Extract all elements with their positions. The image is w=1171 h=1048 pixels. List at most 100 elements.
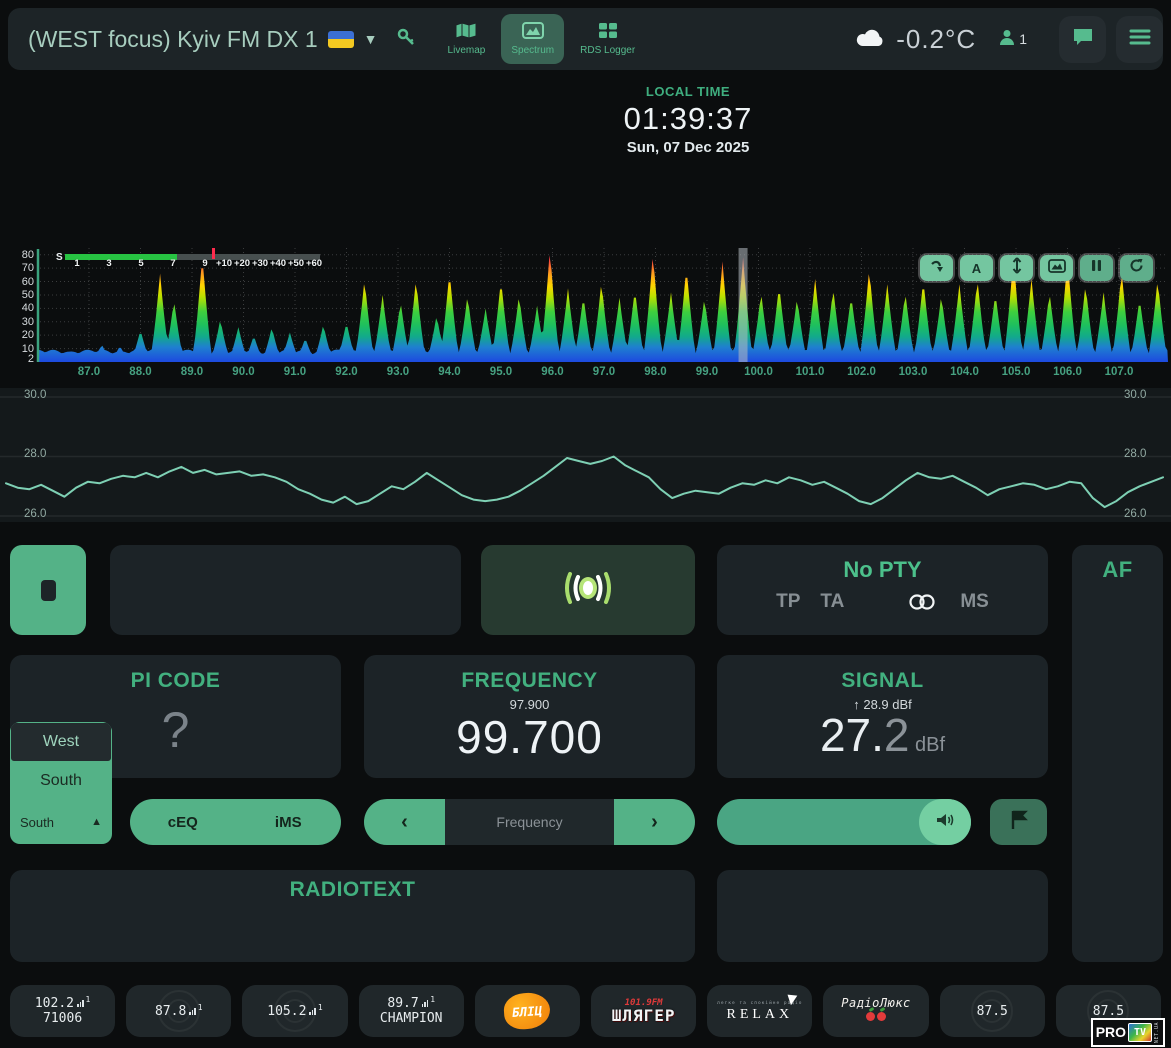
db-tick-label: 60 xyxy=(10,276,34,288)
frequency-tick-label: 100.0 xyxy=(742,366,776,378)
s-meter-tick-label: +60 xyxy=(306,258,322,269)
pty-value: No PTY xyxy=(717,557,1048,583)
key-icon[interactable] xyxy=(396,27,416,52)
nav-rds-logger[interactable]: RDS Logger xyxy=(570,14,645,64)
station-info-card xyxy=(717,870,1048,962)
db-tick-label: 50 xyxy=(10,289,34,301)
refresh-button[interactable] xyxy=(1120,255,1153,281)
preset-button-9[interactable]: 87.5 xyxy=(940,985,1045,1037)
radio-lux-logo: РадіоЛюкс xyxy=(841,997,911,1010)
frequency-tick-label: 107.0 xyxy=(1102,366,1136,378)
s-meter-tick-label: +50 xyxy=(288,258,304,269)
radiotext-card: RADIOTEXT xyxy=(10,870,695,962)
chevron-up-icon: ▲ xyxy=(91,816,102,828)
frequency-tick-label: 91.0 xyxy=(278,366,312,378)
stereo-icon xyxy=(906,593,938,611)
ims-toggle[interactable]: iMS xyxy=(236,814,342,831)
chart-toggle-button[interactable] xyxy=(1040,255,1073,281)
nav-rds-logger-label: RDS Logger xyxy=(580,45,635,56)
preset-button-4[interactable]: 89.71CHAMPION xyxy=(359,985,464,1037)
db-tick-label: 40 xyxy=(10,302,34,314)
letter-a-icon: A xyxy=(972,261,981,276)
volume-slider[interactable] xyxy=(717,799,971,845)
s-meter-tick-label: 7 xyxy=(170,258,175,269)
frequency-card: FREQUENCY 97.900 99.700 xyxy=(364,655,695,778)
frequency-tick-label: 101.0 xyxy=(793,366,827,378)
nav-livemap[interactable]: Livemap xyxy=(438,14,496,64)
pi-code-title: PI CODE xyxy=(10,669,341,693)
s-meter-tick-label: 5 xyxy=(138,258,143,269)
chevron-down-icon[interactable]: ▼ xyxy=(364,31,378,47)
grid-icon xyxy=(598,22,618,42)
preset-button-3[interactable]: 105.21 xyxy=(242,985,347,1037)
antenna-dropdown[interactable]: West South South ▲ xyxy=(10,722,112,844)
chat-button[interactable] xyxy=(1059,16,1106,63)
db-tick-label: 80 xyxy=(10,249,34,261)
preset-button-5[interactable]: БЛІЦ xyxy=(475,985,580,1037)
tp-flag: TP xyxy=(776,591,800,613)
antenna-option-west[interactable]: West xyxy=(10,722,112,762)
frequency-input[interactable]: Frequency xyxy=(445,799,614,845)
db-tick-label: 2 xyxy=(10,353,34,365)
signal-title: SIGNAL xyxy=(717,669,1048,693)
broadcast-icon xyxy=(560,566,616,615)
frequency-tick-label: 103.0 xyxy=(896,366,930,378)
arrow-down-button[interactable] xyxy=(920,255,953,281)
signal-tick-label: 26.0 xyxy=(1124,508,1150,520)
flag-button[interactable] xyxy=(990,799,1047,845)
antenna-option-south[interactable]: South xyxy=(10,762,112,800)
broadcast-indicator[interactable] xyxy=(481,545,695,635)
s-meter-tick-label: 1 xyxy=(74,258,79,269)
nav-spectrum[interactable]: Spectrum xyxy=(501,14,564,64)
antenna-icon: 1 xyxy=(189,1000,202,1015)
speaker-icon xyxy=(935,812,955,833)
frequency-tick-label: 96.0 xyxy=(536,366,570,378)
chevron-right-icon: › xyxy=(651,811,658,834)
local-date: Sun, 07 Dec 2025 xyxy=(624,139,753,156)
frequency-tick-label: 87.0 xyxy=(72,366,106,378)
menu-button[interactable] xyxy=(1116,16,1163,63)
refresh-icon xyxy=(1129,258,1144,278)
chevron-left-icon: ‹ xyxy=(401,811,408,834)
nav-spectrum-label: Spectrum xyxy=(511,45,554,56)
preset-pi: 71006 xyxy=(43,1011,82,1026)
frequency-tick-label: 92.0 xyxy=(330,366,364,378)
preset-button-2[interactable]: 87.81 xyxy=(126,985,231,1037)
local-time-block: LOCAL TIME 01:39:37 Sun, 07 Dec 2025 xyxy=(624,84,753,156)
signal-tick-label: 30.0 xyxy=(24,389,50,401)
frequency-tick-label: 106.0 xyxy=(1051,366,1085,378)
signal-value: 27.2 dBf xyxy=(717,708,1048,762)
preset-button-10[interactable]: 87.5PROTVNET.UA xyxy=(1056,985,1161,1037)
ceq-toggle[interactable]: cEQ xyxy=(130,814,236,831)
signal-tick-label: 28.0 xyxy=(1124,448,1150,460)
ukraine-flag-icon xyxy=(328,31,354,48)
autoscale-button[interactable]: A xyxy=(960,255,993,281)
volume-handle[interactable] xyxy=(919,799,971,845)
frequency-value: 99.700 xyxy=(364,710,695,764)
preset-button-1[interactable]: 102.2171006 xyxy=(10,985,115,1037)
cherries-icon xyxy=(865,1010,887,1025)
preset-bank: 102.217100687.81105.2189.71CHAMPIONБЛІЦ1… xyxy=(10,985,1161,1037)
frequency-tick-label: 94.0 xyxy=(433,366,467,378)
frequency-tick-label: 88.0 xyxy=(124,366,158,378)
frequency-title: FREQUENCY xyxy=(364,669,695,693)
chart-icon xyxy=(522,22,544,42)
radiotext-title: RADIOTEXT xyxy=(10,878,695,902)
s-meter-tick-label: 9 xyxy=(202,258,207,269)
temperature: -0.2°C xyxy=(896,24,976,55)
protv-logo: PROTVNET.UA xyxy=(1091,1018,1165,1047)
af-list-card: AF xyxy=(1072,545,1163,962)
frequency-up-button[interactable]: › xyxy=(614,799,695,845)
antenna-select[interactable]: South ▲ xyxy=(10,800,112,844)
pause-button[interactable] xyxy=(1080,255,1113,281)
preset-button-6[interactable]: 101.9FMШЛЯГЕР xyxy=(591,985,696,1037)
preset-button-8[interactable]: РадіоЛюкс xyxy=(823,985,928,1037)
frequency-tick-label: 93.0 xyxy=(381,366,415,378)
frequency-down-button[interactable]: ‹ xyxy=(364,799,445,845)
resize-vertical-button[interactable] xyxy=(1000,255,1033,281)
preset-button-7[interactable]: легке та спокійне радіоRELAX xyxy=(707,985,812,1037)
preset-pi: CHAMPION xyxy=(380,1011,443,1026)
play-stop-button[interactable] xyxy=(10,545,86,635)
antenna-icon: 1 xyxy=(309,1000,322,1015)
frequency-tick-label: 105.0 xyxy=(999,366,1033,378)
